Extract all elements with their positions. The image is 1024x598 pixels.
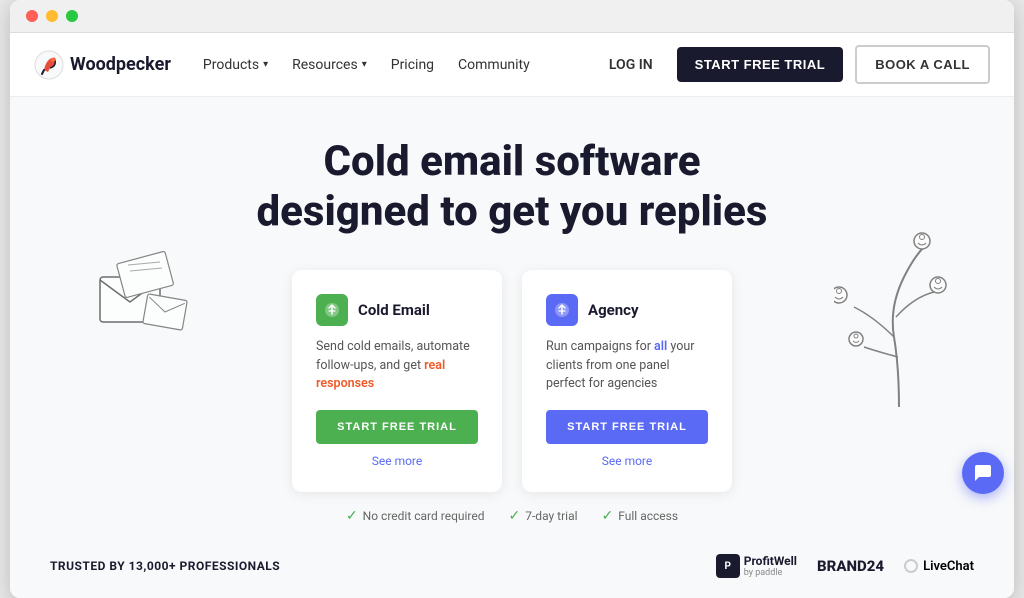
browser-chrome	[10, 0, 1014, 33]
cold-email-icon	[316, 294, 348, 326]
agency-title: Agency	[588, 301, 639, 319]
cold-email-card-header: Cold Email	[316, 294, 478, 326]
brand24-label: BRAND24	[817, 557, 884, 575]
no-credit-card-badge: ✓ No credit card required	[346, 508, 485, 524]
trusted-by-label: TRUSTED BY 13,000+ PROFESSIONALS	[50, 559, 280, 573]
check-icon: ✓	[602, 508, 614, 524]
agency-trial-button[interactable]: START FREE TRIAL	[546, 410, 708, 444]
chevron-down-icon: ▾	[362, 59, 367, 70]
livechat-label: LiveChat	[923, 559, 974, 574]
start-trial-nav-button[interactable]: START FREE TRIAL	[677, 47, 844, 82]
nav-links: Products ▾ Resources ▾ Pricing Community	[203, 57, 597, 73]
minimize-button-dot[interactable]	[46, 10, 58, 22]
profitwell-brand: P ProfitWell by paddle	[716, 554, 797, 578]
agency-see-more-link[interactable]: See more	[546, 454, 708, 468]
browser-window: Woodpecker Products ▾ Resources ▾ Pricin…	[10, 0, 1014, 598]
profitwell-label: ProfitWell by paddle	[744, 554, 797, 578]
hero-section: Cold email software designed to get you …	[10, 97, 1014, 544]
agency-highlight-all: all	[654, 339, 667, 354]
product-cards: Cold Email Send cold emails, automate fo…	[34, 270, 990, 492]
cold-email-trial-button[interactable]: START FREE TRIAL	[316, 410, 478, 444]
hero-title: Cold email software designed to get you …	[34, 137, 990, 238]
cold-email-description: Send cold emails, automate follow-ups, a…	[316, 338, 478, 394]
trust-bar: TRUSTED BY 13,000+ PROFESSIONALS P Profi…	[10, 544, 1014, 598]
agency-description: Run campaigns for all your clients from …	[546, 338, 708, 394]
maximize-button-dot[interactable]	[66, 10, 78, 22]
check-icon: ✓	[346, 508, 358, 524]
cold-email-highlight: real responses	[316, 358, 445, 392]
nav-pricing[interactable]: Pricing	[391, 57, 434, 73]
cold-email-see-more-link[interactable]: See more	[316, 454, 478, 468]
full-access-badge: ✓ Full access	[602, 508, 679, 524]
livechat-icon	[904, 559, 918, 573]
nav-resources[interactable]: Resources ▾	[292, 57, 367, 73]
livechat-brand: LiveChat	[904, 559, 974, 574]
nav-products[interactable]: Products ▾	[203, 57, 268, 73]
logo-text: Woodpecker	[70, 54, 171, 75]
logo[interactable]: Woodpecker	[34, 50, 171, 80]
cold-email-card: Cold Email Send cold emails, automate fo…	[292, 270, 502, 492]
seven-day-trial-badge: ✓ 7-day trial	[509, 508, 578, 524]
profitwell-icon: P	[716, 554, 740, 578]
check-icon: ✓	[509, 508, 521, 524]
login-button[interactable]: LOG IN	[597, 49, 665, 81]
brand-logos: P ProfitWell by paddle BRAND24 LiveChat	[716, 554, 974, 578]
nav-actions: LOG IN START FREE TRIAL BOOK A CALL	[597, 45, 990, 84]
book-call-button[interactable]: BOOK A CALL	[855, 45, 990, 84]
navbar: Woodpecker Products ▾ Resources ▾ Pricin…	[10, 33, 1014, 97]
chevron-down-icon: ▾	[263, 59, 268, 70]
nav-community[interactable]: Community	[458, 57, 530, 73]
agency-highlight-agencies: agencies	[607, 376, 657, 391]
agency-card: Agency Run campaigns for all your client…	[522, 270, 732, 492]
cold-email-title: Cold Email	[358, 301, 430, 319]
agency-card-header: Agency	[546, 294, 708, 326]
logo-icon	[34, 50, 64, 80]
agency-icon	[546, 294, 578, 326]
close-button-dot[interactable]	[26, 10, 38, 22]
